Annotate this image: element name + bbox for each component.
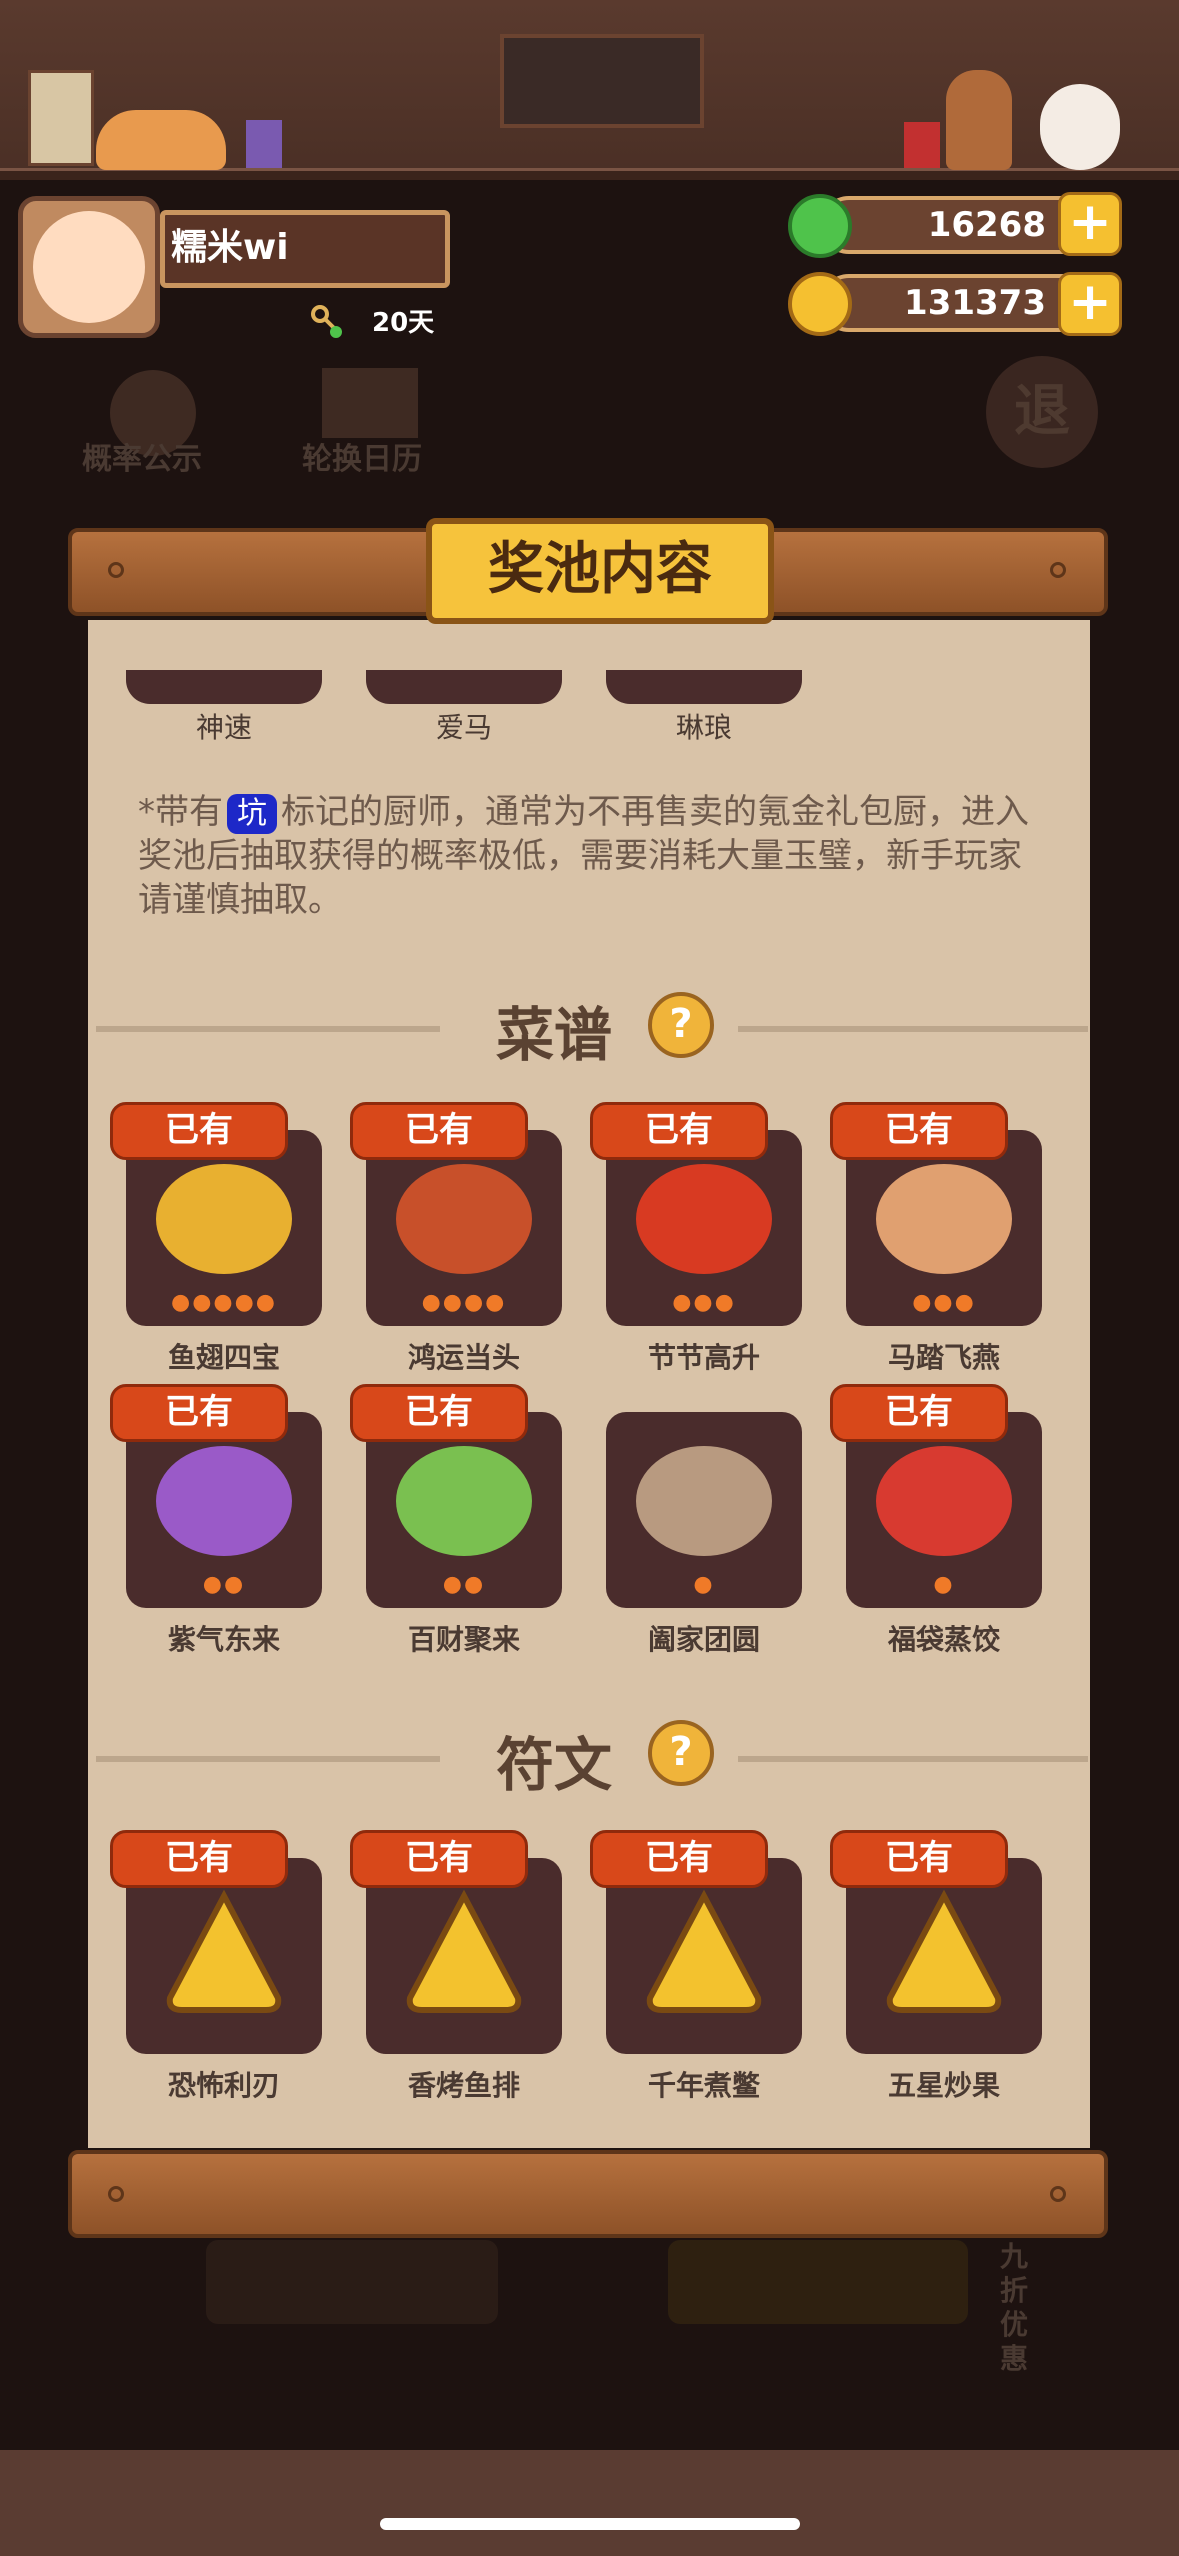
panel-bottom-plank — [68, 2150, 1108, 2238]
nail — [108, 562, 124, 578]
character-sign-icon — [500, 34, 704, 128]
runes-section-title: 符文 — [496, 1731, 613, 1799]
rune-shape — [166, 1889, 282, 2013]
hanging-scroll-icon — [28, 70, 94, 166]
chef-card[interactable] — [366, 670, 562, 704]
rarity-flames-icon: ●●● — [912, 1290, 976, 1315]
key-icon — [310, 304, 342, 338]
nail — [1050, 562, 1066, 578]
owned-badge: 已有 — [350, 1830, 528, 1888]
rarity-flames-icon: ●●●●● — [171, 1290, 277, 1315]
notice-text: *带有坑标记的厨师，通常为不再售卖的氪金礼包厨，进入奖池后抽取获得的概率极低，需… — [138, 790, 1038, 922]
recipe-name: 鸿运当头 — [407, 1341, 520, 1374]
owned-badge: 已有 — [830, 1384, 1008, 1442]
recipe-name: 节节高升 — [647, 1341, 760, 1374]
chef-name: 神速 — [195, 711, 252, 744]
single-draw-button[interactable] — [206, 2240, 498, 2324]
add-gems-button[interactable]: + — [1058, 192, 1122, 256]
dish-icon — [156, 1164, 292, 1274]
recipes-help-button[interactable]: ? — [648, 992, 714, 1058]
dish-icon — [636, 1446, 772, 1556]
chef-name: 琳琅 — [675, 711, 732, 744]
username: 糯米wi — [160, 210, 450, 288]
discount-tag: 九折优惠 — [1000, 2240, 1029, 2375]
notice-prefix: *带有 — [138, 792, 223, 832]
recipe-name: 福袋蒸饺 — [887, 1623, 1000, 1656]
recipe-name: 马踏飞燕 — [887, 1341, 1000, 1374]
calendar-icon — [322, 368, 418, 438]
rarity-flames-icon: ● — [693, 1572, 715, 1597]
home-indicator[interactable] — [380, 2518, 800, 2530]
recipe-name: 紫气东来 — [167, 1623, 280, 1656]
chef-character-icon — [946, 70, 1012, 170]
cup-icon — [904, 122, 940, 168]
exit-button[interactable]: 退 — [986, 356, 1098, 468]
rune-name: 香烤鱼排 — [407, 2069, 520, 2102]
chef-card[interactable] — [606, 670, 802, 704]
cup-icon — [246, 120, 282, 168]
white-cat-icon — [1040, 84, 1120, 170]
runes-help-button[interactable]: ? — [648, 1720, 714, 1786]
avatar-face — [33, 211, 145, 323]
recipe-name: 鱼翅四宝 — [167, 1341, 280, 1374]
owned-badge: 已有 — [590, 1830, 768, 1888]
dish-icon — [396, 1164, 532, 1274]
login-days: 20天 — [372, 308, 435, 338]
bottom-bar — [0, 2450, 1179, 2556]
pit-tag: 坑 — [227, 794, 277, 834]
add-coins-button[interactable]: + — [1058, 272, 1122, 336]
dish-icon — [876, 1164, 1012, 1274]
owned-badge: 已有 — [830, 1830, 1008, 1888]
rune-name: 千年煮鳖 — [647, 2069, 760, 2102]
nail — [1050, 2186, 1066, 2202]
coin-icon — [788, 272, 852, 336]
rarity-flames-icon: ●● — [202, 1572, 246, 1597]
probability-button[interactable]: 概率公示 — [82, 434, 202, 478]
divider — [96, 1756, 440, 1762]
rune-shape — [886, 1889, 1002, 2013]
chef-name: 爱马 — [435, 711, 492, 744]
panel-title: 奖池内容 — [426, 518, 774, 624]
rarity-flames-icon: ●● — [442, 1572, 486, 1597]
cat-icon — [96, 110, 226, 170]
rune-shape — [646, 1889, 762, 2013]
dish-icon — [156, 1446, 292, 1556]
owned-badge: 已有 — [350, 1384, 528, 1442]
rune-shape — [406, 1889, 522, 2013]
owned-badge: 已有 — [110, 1102, 288, 1160]
owned-badge: 已有 — [830, 1102, 1008, 1160]
rarity-flames-icon: ●●●● — [421, 1290, 507, 1315]
dish-icon — [876, 1446, 1012, 1556]
calendar-button[interactable]: 轮换日历 — [302, 434, 422, 478]
rarity-flames-icon: ● — [933, 1572, 955, 1597]
dish-icon — [636, 1164, 772, 1274]
avatar[interactable] — [18, 196, 160, 338]
recipe-name: 阖家团圆 — [647, 1623, 760, 1656]
owned-badge: 已有 — [590, 1102, 768, 1160]
owned-badge: 已有 — [110, 1384, 288, 1442]
chef-card[interactable] — [126, 670, 322, 704]
divider — [96, 1026, 440, 1032]
dish-icon — [396, 1446, 532, 1556]
divider — [738, 1756, 1088, 1762]
recipe-name: 百财聚来 — [407, 1623, 520, 1656]
ten-draw-button[interactable] — [668, 2240, 968, 2324]
gem-icon — [788, 194, 852, 258]
owned-badge: 已有 — [350, 1102, 528, 1160]
nail — [108, 2186, 124, 2202]
owned-badge: 已有 — [110, 1830, 288, 1888]
rarity-flames-icon: ●●● — [672, 1290, 736, 1315]
rune-name: 恐怖利刃 — [167, 2069, 280, 2102]
recipes-section-title: 菜谱 — [496, 1001, 613, 1069]
rune-name: 五星炒果 — [887, 2069, 1000, 2102]
divider — [738, 1026, 1088, 1032]
recipe-card[interactable]: ● — [606, 1412, 802, 1608]
